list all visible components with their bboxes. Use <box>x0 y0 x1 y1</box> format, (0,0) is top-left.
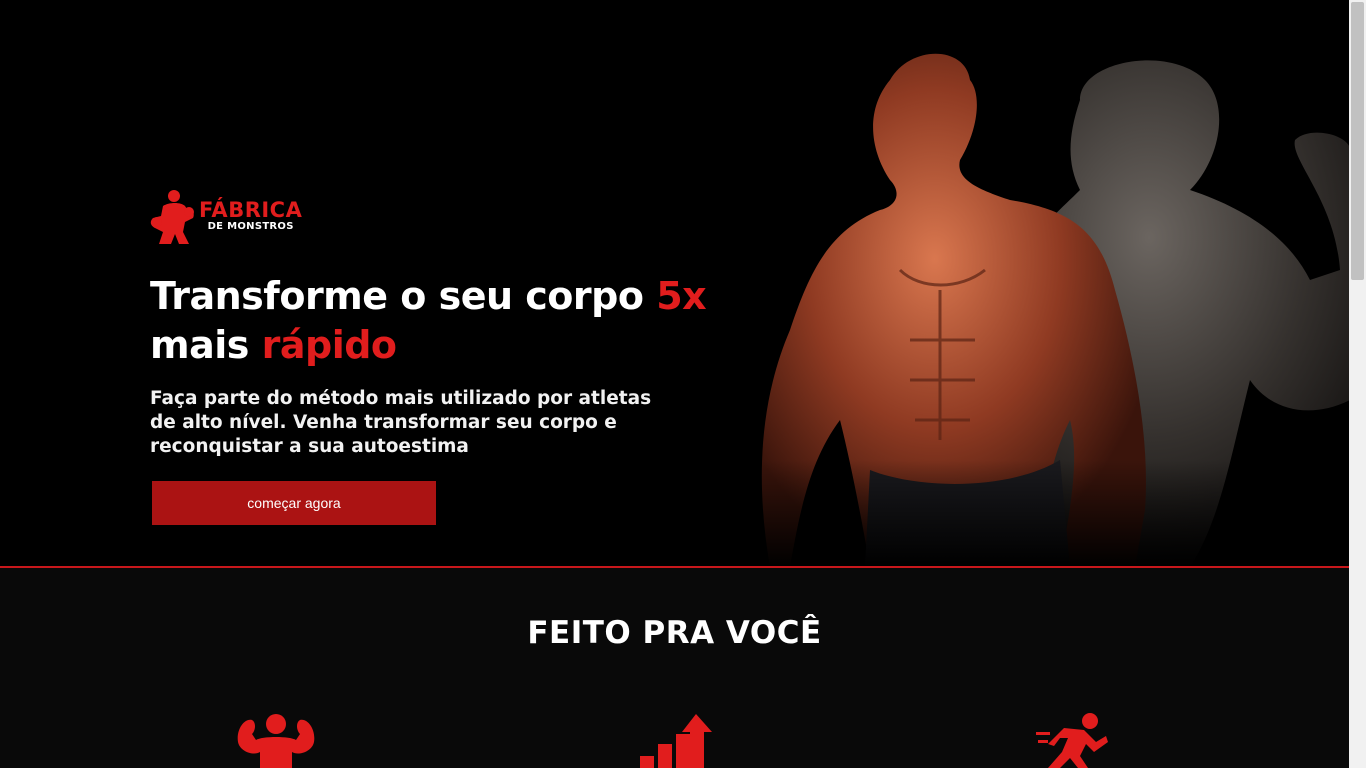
flexing-body-icon <box>237 714 315 768</box>
features-title: FEITO PRA VOCÊ <box>527 615 822 651</box>
athlete-image <box>750 53 1349 567</box>
page-scrollbar-thumb[interactable] <box>1351 2 1364 280</box>
brand-logo[interactable]: FÁBRICA DE MONSTROS <box>149 188 302 244</box>
start-now-button[interactable]: começar agora <box>152 481 436 525</box>
brand-tagline: DE MONSTROS <box>207 221 294 232</box>
hero-section: FÁBRICA DE MONSTROS Transforme o seu cor… <box>0 0 1349 567</box>
headline-accent-rapido: rápido <box>261 323 397 367</box>
headline-text-2: mais <box>150 323 262 367</box>
brand-name: FÁBRICA <box>199 198 303 222</box>
growth-chart-icon <box>640 714 712 768</box>
hero-headline: Transforme o seu corpo 5x mais rápido <box>150 272 750 370</box>
running-person-icon <box>1036 713 1108 768</box>
headline-accent-5x: 5x <box>656 274 707 318</box>
headline-text-1: Transforme o seu corpo <box>150 274 657 318</box>
hero-subtext: Faça parte do método mais utilizado por … <box>150 388 652 457</box>
boxer-icon <box>150 190 194 244</box>
